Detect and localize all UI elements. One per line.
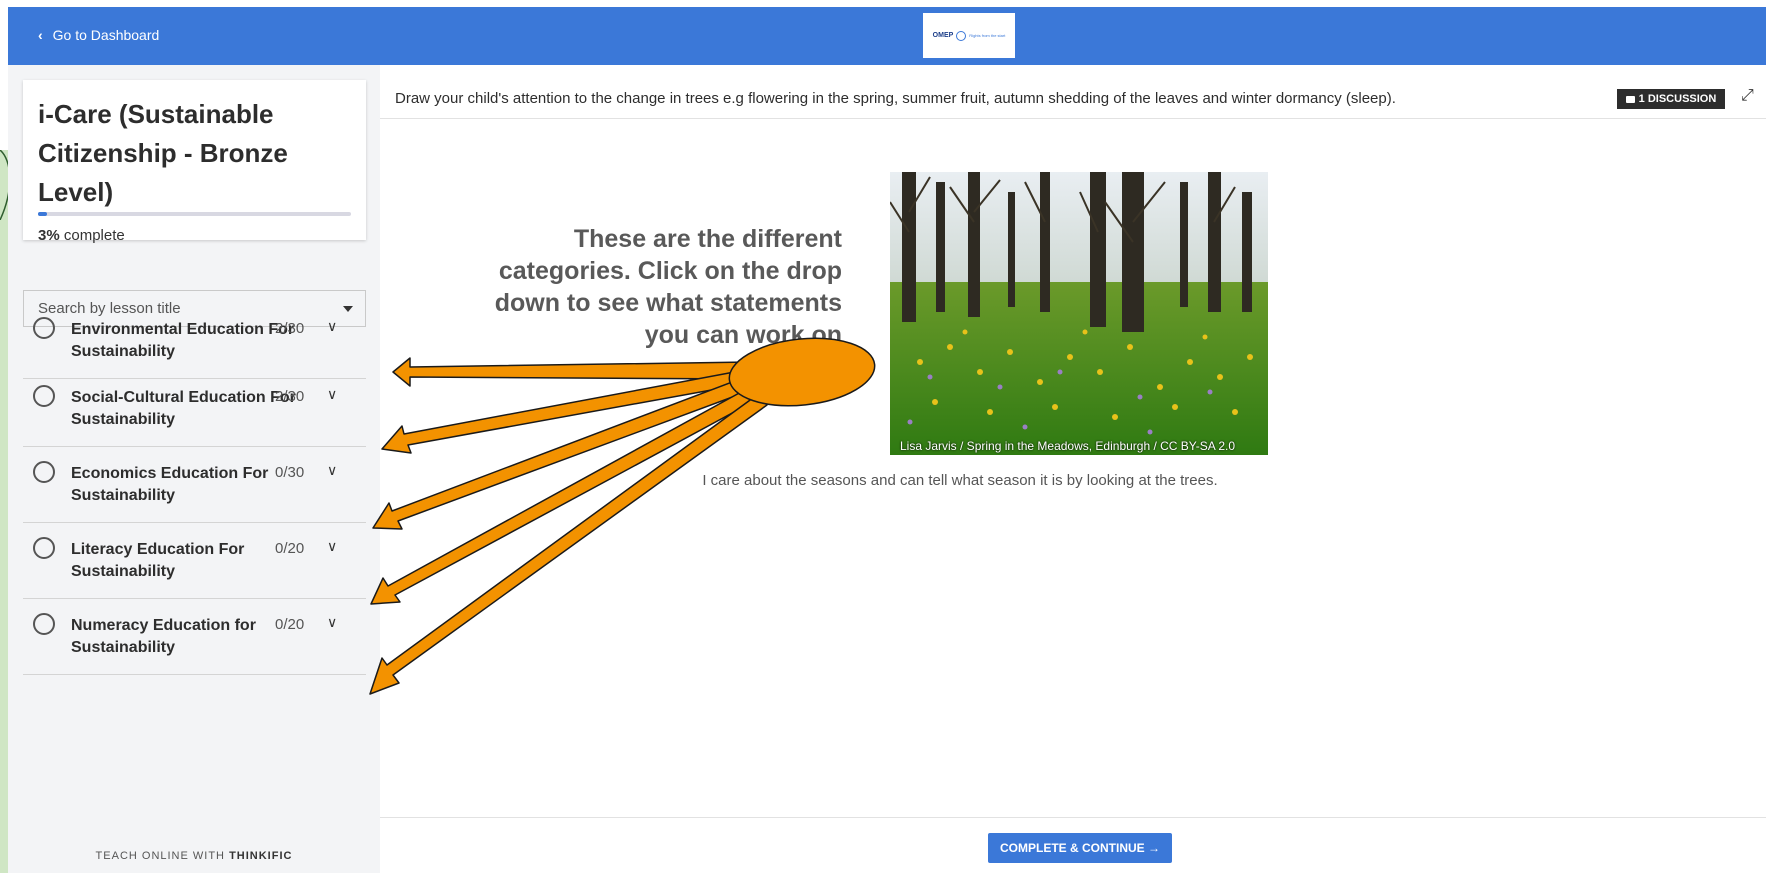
annotation-arrows xyxy=(369,337,876,695)
slide-frame: ‹ Go to Dashboard OMEP Rights from the s… xyxy=(0,0,1766,873)
arrow-to-literacy xyxy=(370,385,761,605)
